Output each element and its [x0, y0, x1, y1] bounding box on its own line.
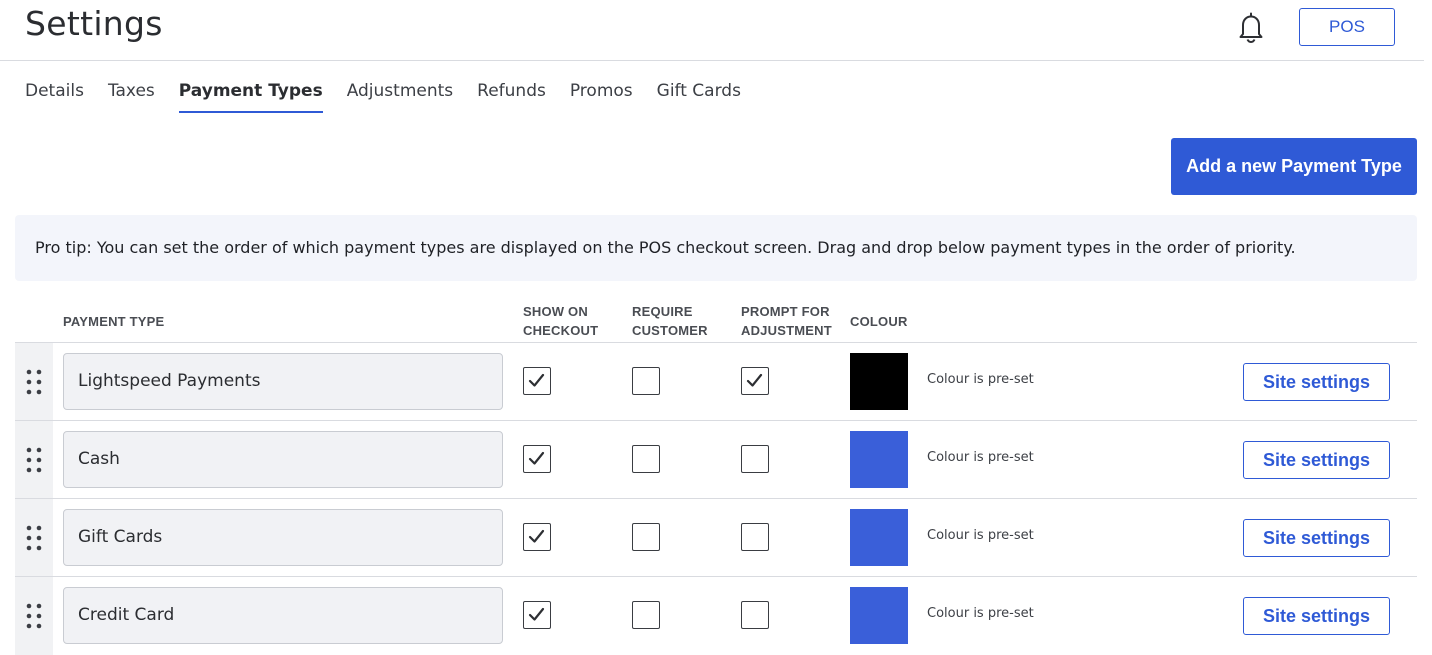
tab-payment-types[interactable]: Payment Types — [178, 79, 323, 113]
checkmark-icon — [528, 373, 545, 387]
add-payment-type-button[interactable]: Add a new Payment Type — [1171, 138, 1417, 195]
tab-taxes[interactable]: Taxes — [108, 79, 155, 111]
header-require-customer: REQUIRE CUSTOMER — [632, 302, 708, 340]
show-on-checkout-checkbox[interactable] — [523, 601, 551, 629]
show-on-checkout-checkbox[interactable] — [523, 445, 551, 473]
header-require-customer-line1: REQUIRE — [632, 304, 693, 319]
show-on-checkout-checkbox[interactable] — [523, 367, 551, 395]
header-prompt-adjustment: PROMPT FOR ADJUSTMENT — [741, 302, 832, 340]
header-show-on-checkout: SHOW ON CHECKOUT — [523, 302, 598, 340]
tab-refunds[interactable]: Refunds — [477, 79, 546, 111]
site-settings-button[interactable]: Site settings — [1243, 519, 1390, 557]
drag-handle-icon[interactable] — [15, 499, 53, 577]
checkmark-icon — [746, 373, 763, 387]
prompt-adjustment-checkbox[interactable] — [741, 367, 769, 395]
site-settings-button[interactable]: Site settings — [1243, 363, 1390, 401]
prompt-adjustment-checkbox[interactable] — [741, 445, 769, 473]
tab-adjustments[interactable]: Adjustments — [347, 79, 453, 111]
payment-type-name-field[interactable]: Credit Card — [63, 587, 503, 644]
checkmark-icon — [528, 451, 545, 465]
require-customer-checkbox[interactable] — [632, 601, 660, 629]
table-row: Credit Card Colour is pre-set Site setti… — [15, 576, 1417, 655]
page-header: Settings POS — [0, 0, 1424, 61]
require-customer-checkbox[interactable] — [632, 523, 660, 551]
table-row: Gift Cards Colour is pre-set Site settin… — [15, 498, 1417, 577]
drag-handle-icon[interactable] — [15, 421, 53, 499]
checkmark-icon — [528, 529, 545, 543]
header-prompt-adjustment-line1: PROMPT FOR — [741, 304, 830, 319]
show-on-checkout-checkbox[interactable] — [523, 523, 551, 551]
site-settings-button[interactable]: Site settings — [1243, 597, 1390, 635]
site-settings-button[interactable]: Site settings — [1243, 441, 1390, 479]
tab-promos[interactable]: Promos — [570, 79, 633, 111]
colour-preset-note: Colour is pre-set — [927, 528, 1034, 543]
colour-swatch — [850, 587, 908, 644]
table-row: Lightspeed Payments Colour is pre-set Si… — [15, 342, 1417, 421]
pro-tip-banner: Pro tip: You can set the order of which … — [15, 215, 1417, 281]
header-prompt-adjustment-line2: ADJUSTMENT — [741, 323, 832, 338]
prompt-adjustment-checkbox[interactable] — [741, 523, 769, 551]
drag-handle-icon[interactable] — [15, 577, 53, 655]
prompt-adjustment-checkbox[interactable] — [741, 601, 769, 629]
checkmark-icon — [528, 607, 545, 621]
drag-handle-icon[interactable] — [15, 343, 53, 421]
payment-type-name-field[interactable]: Lightspeed Payments — [63, 353, 503, 410]
colour-swatch — [850, 509, 908, 566]
colour-swatch — [850, 353, 908, 410]
require-customer-checkbox[interactable] — [632, 367, 660, 395]
colour-swatch — [850, 431, 908, 488]
header-show-on-checkout-line2: CHECKOUT — [523, 323, 599, 338]
pos-button[interactable]: POS — [1299, 8, 1395, 46]
colour-preset-note: Colour is pre-set — [927, 372, 1034, 387]
header-colour: COLOUR — [850, 314, 908, 329]
header-show-on-checkout-line1: SHOW ON — [523, 304, 588, 319]
header-require-customer-line2: CUSTOMER — [632, 323, 708, 338]
require-customer-checkbox[interactable] — [632, 445, 660, 473]
payment-type-name-field[interactable]: Gift Cards — [63, 509, 503, 566]
bell-icon[interactable] — [1234, 10, 1268, 44]
header-payment-type: PAYMENT TYPE — [63, 314, 165, 329]
colour-preset-note: Colour is pre-set — [927, 606, 1034, 621]
settings-tabs: Details Taxes Payment Types Adjustments … — [25, 79, 765, 113]
page-title: Settings — [25, 4, 163, 43]
colour-preset-note: Colour is pre-set — [927, 450, 1034, 465]
payment-type-name-field[interactable]: Cash — [63, 431, 503, 488]
table-row: Cash Colour is pre-set Site settings — [15, 420, 1417, 499]
tab-details[interactable]: Details — [25, 79, 84, 111]
tab-gift-cards[interactable]: Gift Cards — [657, 79, 741, 111]
